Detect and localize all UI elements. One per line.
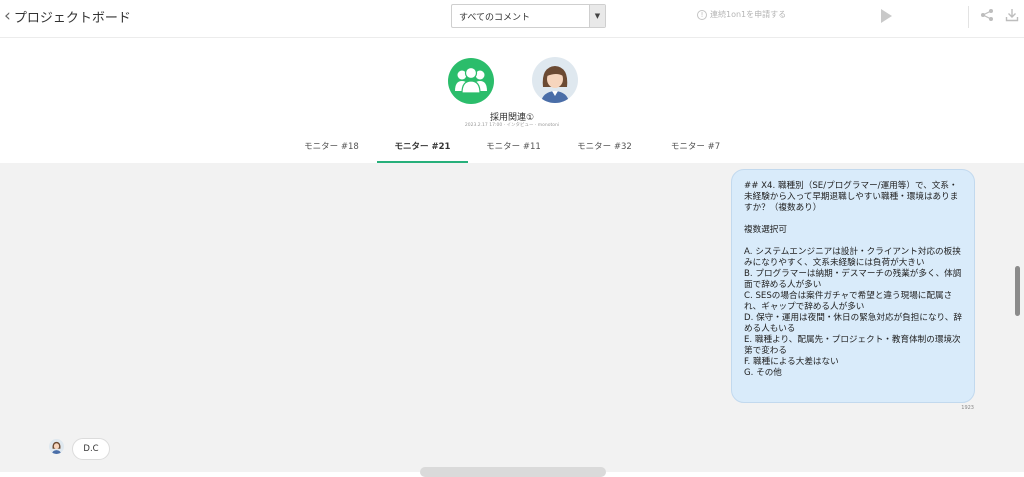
person-icon xyxy=(541,66,569,103)
tab-monitor-32[interactable]: モニター #32 xyxy=(559,136,650,163)
request-1on1-button[interactable]: ! 連続1on1を申請する xyxy=(697,9,786,20)
top-bar: ‹ プロジェクトボード すべてのコメント ▼ ! 連続1on1を申請する xyxy=(0,0,1024,38)
filter-selected-value: すべてのコメント xyxy=(459,12,531,23)
tab-monitor-7[interactable]: モニター #7 xyxy=(650,136,741,163)
room-header: 採用関連① 2023.2.17 17:00 · インタビュー · monoton… xyxy=(0,38,1024,163)
chat-area[interactable]: ## X4. 職種別（SE/プログラマー/運用等）で、文系・未経験から入って早期… xyxy=(0,163,1024,477)
person-icon xyxy=(51,441,62,454)
play-icon[interactable] xyxy=(881,9,892,23)
share-icon[interactable] xyxy=(980,8,994,22)
comment-filter-select[interactable]: すべてのコメント ▼ xyxy=(451,4,606,28)
scrollbar-thumb[interactable] xyxy=(1015,266,1020,316)
dropdown-arrow-icon[interactable]: ▼ xyxy=(589,5,605,27)
user-avatar[interactable] xyxy=(49,439,64,454)
character-count: 1923 xyxy=(961,405,974,411)
group-icon xyxy=(455,66,487,94)
back-label: プロジェクトボード xyxy=(13,11,131,26)
bottom-handle[interactable] xyxy=(420,467,606,477)
user-name-chip[interactable]: D.C xyxy=(72,438,110,460)
download-icon[interactable] xyxy=(1005,8,1019,22)
tab-monitor-21[interactable]: モニター #21 xyxy=(377,136,468,163)
back-button[interactable]: ‹ プロジェクトボード xyxy=(4,6,131,27)
room-meta: 2023.2.17 17:00 · インタビュー · monotoni xyxy=(464,123,560,128)
tab-monitor-18[interactable]: モニター #18 xyxy=(286,136,377,163)
info-icon: ! xyxy=(697,9,707,20)
monitor-avatar[interactable] xyxy=(532,57,578,103)
tab-monitor-11[interactable]: モニター #11 xyxy=(468,136,559,163)
monitor-tabs: モニター #18 モニター #21 モニター #11 モニター #32 モニター… xyxy=(286,136,741,163)
message-bubble[interactable]: ## X4. 職種別（SE/プログラマー/運用等）で、文系・未経験から入って早期… xyxy=(731,169,975,403)
group-avatar[interactable] xyxy=(448,58,494,104)
chevron-left-icon: ‹ xyxy=(4,6,11,26)
divider xyxy=(968,6,969,28)
request-label: 連続1on1を申請する xyxy=(710,10,787,19)
